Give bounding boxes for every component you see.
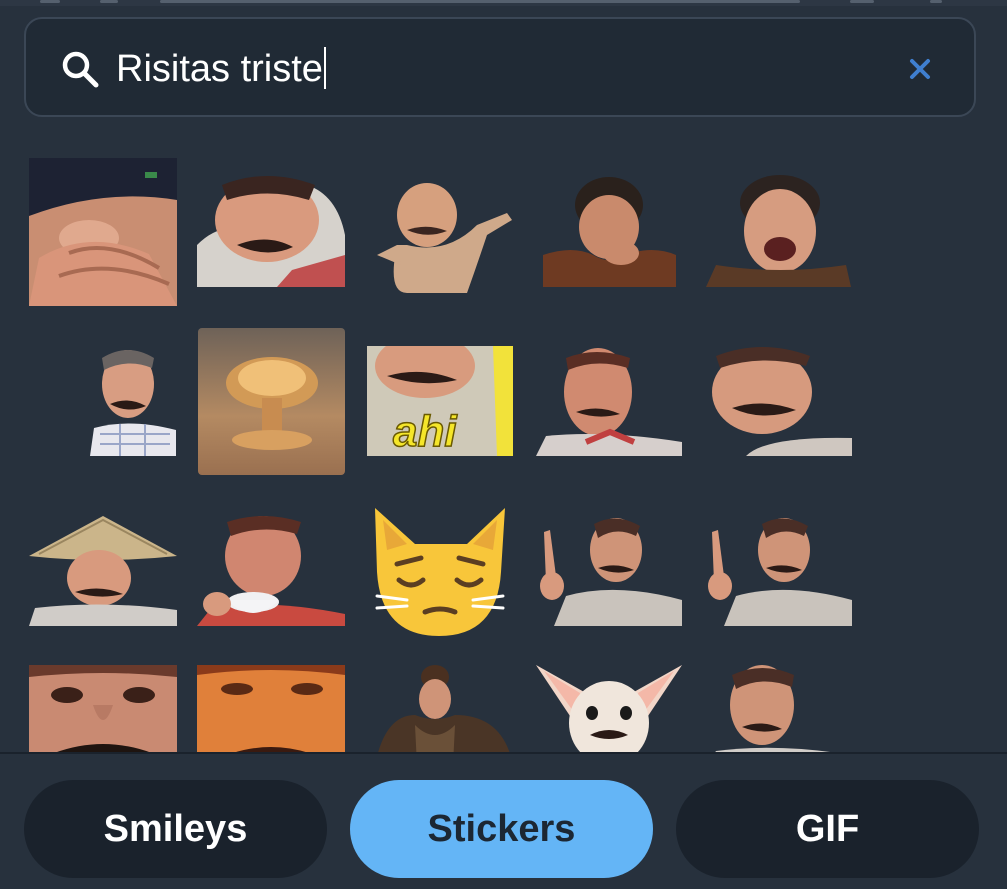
pensive-cat-sticker[interactable]	[367, 502, 515, 650]
risitas-leaning-sticker[interactable]	[706, 665, 854, 753]
search-input[interactable]: Risitas triste	[116, 41, 326, 97]
risitas-dancing-sticker[interactable]	[367, 175, 515, 323]
risitas-fur-coat-sticker[interactable]	[375, 665, 523, 753]
risitas-eyes-closeup-sticker[interactable]	[29, 665, 177, 753]
risitas-surprised-sticker[interactable]	[536, 346, 684, 494]
tab-smileys[interactable]: Smileys	[24, 780, 327, 878]
nuclear-explosion-sticker[interactable]	[198, 328, 346, 476]
top-strip	[0, 0, 1007, 6]
close-icon	[910, 59, 930, 79]
risitas-pointing-up-sticker[interactable]	[536, 516, 684, 664]
text-caret	[323, 47, 326, 89]
man-laughing-hand-on-face-sticker[interactable]	[543, 175, 691, 323]
risitas-ahi-sticker[interactable]: ahi	[367, 346, 515, 494]
tab-gif-label: GIF	[795, 807, 860, 850]
sticker-grid: ahi	[0, 150, 1007, 753]
tab-stickers[interactable]: Stickers	[350, 780, 653, 878]
risitas-beanie-hands-face-sticker[interactable]	[29, 158, 177, 306]
tab-gif[interactable]: GIF	[676, 780, 979, 878]
sticker-picker: Risitas triste ahi Smileys Stickers GIF	[0, 0, 1007, 889]
risitas-teacup-sticker[interactable]	[197, 516, 345, 664]
search-bar[interactable]: Risitas triste	[24, 17, 976, 117]
search-input-value: Risitas triste	[116, 48, 323, 90]
risitas-pointing-up-sticker-2[interactable]	[706, 516, 854, 664]
tab-stickers-label: Stickers	[427, 807, 576, 850]
risitas-straw-hat-sticker[interactable]	[29, 516, 177, 664]
risitas-orange-closeup-sticker[interactable]	[197, 665, 345, 753]
risitas-grin-sticker[interactable]	[706, 346, 854, 494]
clear-search-button[interactable]	[902, 51, 938, 87]
sticker-caption: ahi	[393, 407, 457, 456]
search-icon	[62, 51, 99, 88]
risitas-laughing-sticker[interactable]	[197, 175, 345, 323]
category-tab-bar: Smileys Stickers GIF	[0, 754, 1007, 889]
tab-smileys-label: Smileys	[103, 807, 248, 850]
chihuahua-moustache-sticker[interactable]	[536, 665, 684, 753]
man-laughing-eyes-closed-sticker[interactable]	[706, 175, 854, 323]
